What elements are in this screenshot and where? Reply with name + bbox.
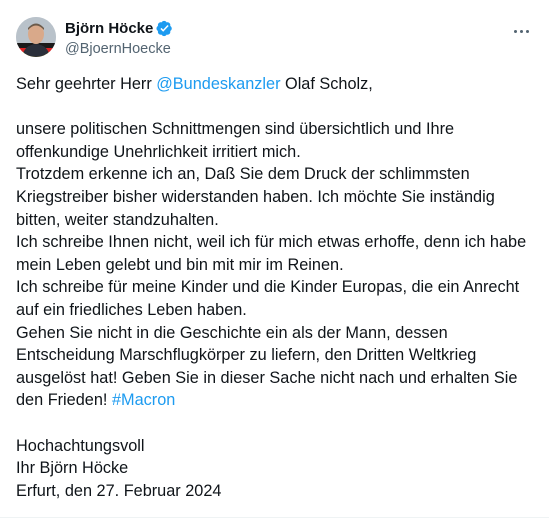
tweet-line: unsere politischen Schnittmengen sind üb… — [16, 120, 455, 139]
more-options-icon[interactable] — [509, 21, 533, 41]
tweet-line: Entscheidung Marschflugkörper zu liefern… — [16, 346, 477, 365]
text-segment: Olaf Scholz, — [280, 75, 373, 93]
handle[interactable]: @BjoernHoecke — [65, 39, 173, 59]
text-segment: Sehr geehrter Herr — [16, 75, 157, 93]
tweet-line: Gehen Sie nicht in die Geschichte ein al… — [16, 323, 448, 342]
tweet-line: mein Leben gelebt und bin mit mir im Rei… — [16, 255, 344, 274]
tweet-line: ausgelöst hat! Geben Sie in dieser Sache… — [16, 368, 518, 387]
tweet-text: Sehr geehrter Herr @Bundeskanzler Olaf S… — [16, 73, 540, 502]
tweet-line: den Frieden! #Macron — [16, 389, 540, 412]
tweet-line: Erfurt, den 27. Februar 2024 — [16, 481, 222, 500]
author-names: Björn Höcke @BjoernHoecke — [65, 19, 173, 59]
tweet-header: Björn Höcke @BjoernHoecke — [16, 17, 537, 61]
mention-link[interactable]: @Bundeskanzler — [156, 75, 280, 93]
tweet[interactable]: Björn Höcke @BjoernHoecke Sehr geehrter … — [0, 0, 549, 518]
tweet-line: Trotzdem erkenne ich an, Daß Sie dem Dru… — [16, 165, 470, 184]
tweet-line: Ich schreibe für meine Kinder und die Ki… — [16, 278, 520, 297]
display-name[interactable]: Björn Höcke — [65, 19, 153, 38]
tweet-line: Ich schreibe Ihnen nicht, weil ich für m… — [16, 233, 527, 252]
tweet-line: auf ein friedliches Leben haben. — [16, 300, 247, 319]
avatar[interactable] — [16, 17, 56, 57]
verified-badge-icon — [156, 20, 173, 37]
tweet-line: offenkundige Unehrlichkeit irritiert mic… — [16, 142, 301, 161]
text-segment: den Frieden! — [16, 391, 112, 410]
tweet-line: Ihr Björn Höcke — [16, 459, 129, 478]
tweet-line: bitten, weiter standzuhalten. — [16, 210, 219, 229]
tweet-line: Kriegstreiber bisher widerstanden haben.… — [16, 187, 495, 206]
hashtag-link[interactable]: #Macron — [112, 391, 175, 409]
tweet-line: Hochachtungsvoll — [16, 436, 145, 455]
tweet-line: Sehr geehrter Herr @Bundeskanzler Olaf S… — [16, 73, 540, 96]
